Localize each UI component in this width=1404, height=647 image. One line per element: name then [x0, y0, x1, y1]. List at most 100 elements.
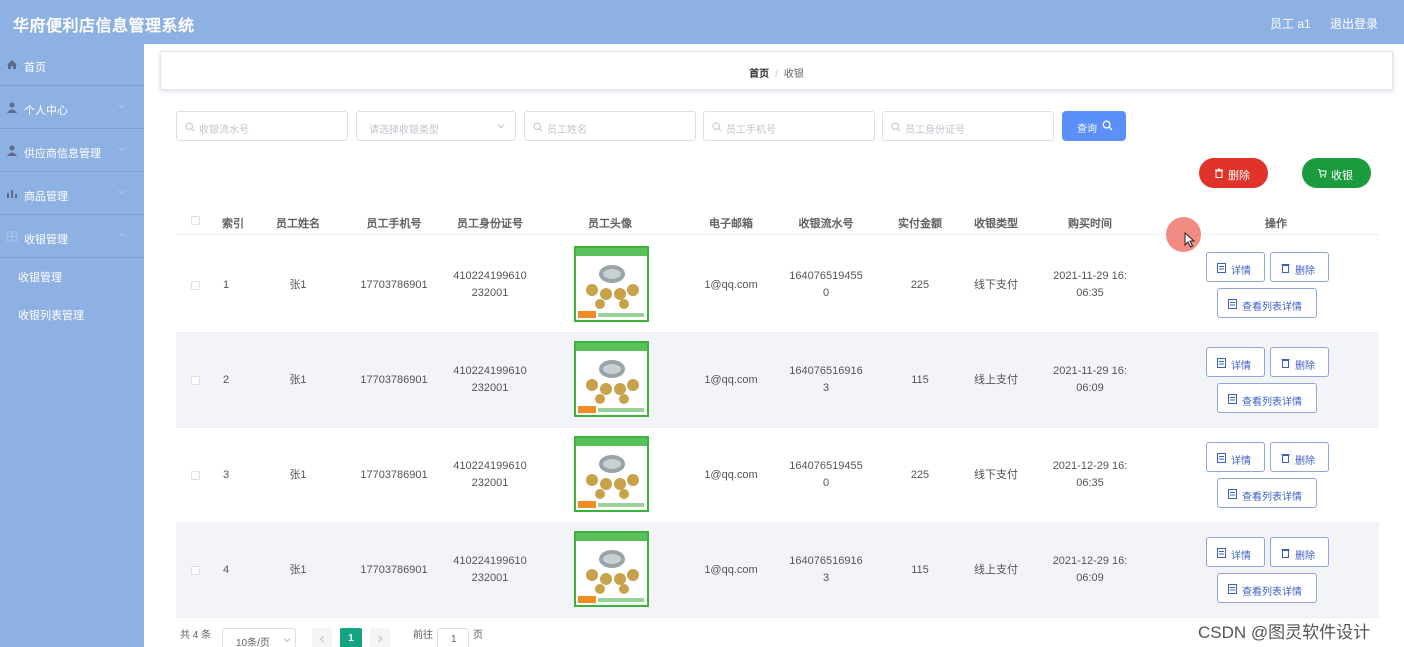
header-type: 收银类型	[974, 218, 1018, 230]
delete-button[interactable]: 删除	[1270, 347, 1329, 377]
cashier-type-placeholder: 请选择收银类型	[369, 125, 439, 136]
logout-link[interactable]: 退出登录	[1330, 15, 1378, 32]
detail-button[interactable]: 详情	[1206, 442, 1265, 472]
cell-serial-line: 3	[822, 382, 830, 394]
page-size-select[interactable]: 10条/页	[222, 628, 296, 647]
sidebar-item-profile[interactable]: 个人中心	[0, 87, 144, 129]
document-icon	[1228, 489, 1237, 499]
list-detail-label: 查看列表详情	[1242, 302, 1302, 313]
list-detail-label: 查看列表详情	[1242, 587, 1302, 598]
detail-button[interactable]: 详情	[1206, 537, 1265, 567]
sidebar-item-label: 收银管理	[24, 234, 68, 246]
cell-time: 2021-11-29 16: 06:09	[1040, 363, 1140, 397]
chart-icon	[7, 190, 17, 198]
breadcrumb-home[interactable]: 首页	[749, 69, 769, 80]
trash-icon	[1281, 264, 1290, 273]
cell-idcard-line: 232001	[471, 572, 509, 584]
batch-delete-button[interactable]: 删除	[1199, 158, 1268, 188]
cell-email: 1@qq.com	[704, 279, 758, 291]
delete-label: 删除	[1295, 361, 1315, 372]
sidebar-item-label: 供应商信息管理	[24, 148, 101, 160]
sidebar-item-cashier[interactable]: 收银管理	[0, 216, 144, 258]
search-icon	[185, 122, 195, 132]
chevron-down-icon	[497, 124, 505, 129]
cell-serial-line: 164076516916	[789, 365, 863, 377]
cell-index: 4	[222, 564, 230, 576]
row-checkbox[interactable]	[191, 376, 200, 385]
detail-button[interactable]: 详情	[1206, 347, 1265, 377]
image-caption	[598, 503, 644, 507]
row-checkbox[interactable]	[191, 566, 200, 575]
cell-amount: 115	[911, 564, 929, 576]
document-icon	[1217, 263, 1226, 273]
next-page-button[interactable]	[370, 628, 390, 647]
page-number-current[interactable]: 1	[340, 628, 362, 647]
cell-idcard: 410224199610 232001	[440, 458, 540, 492]
delete-button[interactable]: 删除	[1270, 442, 1329, 472]
list-detail-button[interactable]: 查看列表详情	[1217, 478, 1317, 508]
cell-email: 1@qq.com	[704, 564, 758, 576]
employee-avatar-image	[574, 531, 649, 607]
cell-serial: 164076519455 0	[776, 458, 876, 492]
cell-name: 张1	[289, 469, 307, 481]
page-size-value: 10条/页	[236, 638, 270, 647]
checkout-button[interactable]: 收银	[1302, 158, 1371, 188]
sidebar-subitem-cashier[interactable]: 收银管理	[0, 256, 144, 294]
search-icon	[533, 122, 543, 132]
employee-phone-placeholder: 员工手机号	[726, 125, 776, 136]
cell-phone: 17703786901	[360, 469, 428, 481]
image-banner	[576, 248, 647, 256]
select-all-checkbox[interactable]	[191, 216, 200, 225]
sidebar-subitem-cashier-list[interactable]: 收银列表管理	[0, 294, 144, 332]
employee-phone-input[interactable]: 员工手机号	[703, 111, 875, 141]
cell-name: 张1	[289, 279, 307, 291]
cell-index: 3	[222, 469, 230, 481]
cell-time-line: 06:09	[1076, 572, 1104, 584]
chevron-down-icon	[118, 190, 126, 195]
serial-search-input[interactable]: 收银流水号	[176, 111, 348, 141]
cell-idcard: 410224199610 232001	[440, 268, 540, 302]
cell-phone: 17703786901	[360, 564, 428, 576]
checkout-label: 收银	[1331, 170, 1353, 182]
cashier-type-select[interactable]: 请选择收银类型	[356, 111, 516, 141]
employee-name-input[interactable]: 员工姓名	[524, 111, 696, 141]
row-checkbox[interactable]	[191, 281, 200, 290]
sidebar-item-supplier[interactable]: 供应商信息管理	[0, 130, 144, 172]
sidebar-item-home[interactable]: 首页	[0, 44, 144, 86]
detail-button[interactable]: 详情	[1206, 252, 1265, 282]
delete-button[interactable]: 删除	[1270, 537, 1329, 567]
goto-page-input[interactable]: 1	[437, 628, 469, 647]
document-icon	[1228, 394, 1237, 404]
pagination-total: 共 4 条	[180, 630, 212, 641]
sidebar-item-label: 个人中心	[24, 105, 68, 117]
list-detail-button[interactable]: 查看列表详情	[1217, 383, 1317, 413]
home-icon	[7, 60, 17, 69]
employee-idcard-input[interactable]: 员工身份证号	[882, 111, 1054, 141]
cell-serial-line: 0	[822, 287, 830, 299]
trash-icon	[1281, 454, 1290, 463]
user-icon	[7, 145, 17, 156]
cell-time-line: 2021-12-29 16:	[1052, 460, 1128, 472]
cell-amount: 225	[910, 469, 930, 481]
search-button[interactable]: 查询	[1062, 111, 1126, 141]
chevron-right-icon	[378, 635, 383, 643]
cell-serial-line: 3	[822, 572, 830, 584]
delete-label: 删除	[1295, 266, 1315, 277]
current-user[interactable]: 员工 a1	[1270, 15, 1311, 32]
list-detail-button[interactable]: 查看列表详情	[1217, 573, 1317, 603]
goto-label: 前往	[413, 630, 433, 641]
row-checkbox[interactable]	[191, 471, 200, 480]
delete-button[interactable]: 删除	[1270, 252, 1329, 282]
cell-idcard-line: 232001	[471, 382, 509, 394]
cell-time-line: 06:35	[1076, 287, 1104, 299]
sidebar-item-goods[interactable]: 商品管理	[0, 173, 144, 215]
cell-index: 1	[222, 279, 230, 291]
app-title: 华府便利店信息管理系统	[13, 18, 195, 35]
prev-page-button[interactable]	[312, 628, 332, 647]
list-detail-button[interactable]: 查看列表详情	[1217, 288, 1317, 318]
cell-index: 2	[222, 374, 230, 386]
header-name: 员工姓名	[276, 218, 320, 230]
chevron-up-icon	[118, 232, 126, 237]
cell-serial-line: 164076516916	[789, 555, 863, 567]
top-header: 华府便利店信息管理系统 员工 a1 退出登录	[0, 0, 1404, 44]
